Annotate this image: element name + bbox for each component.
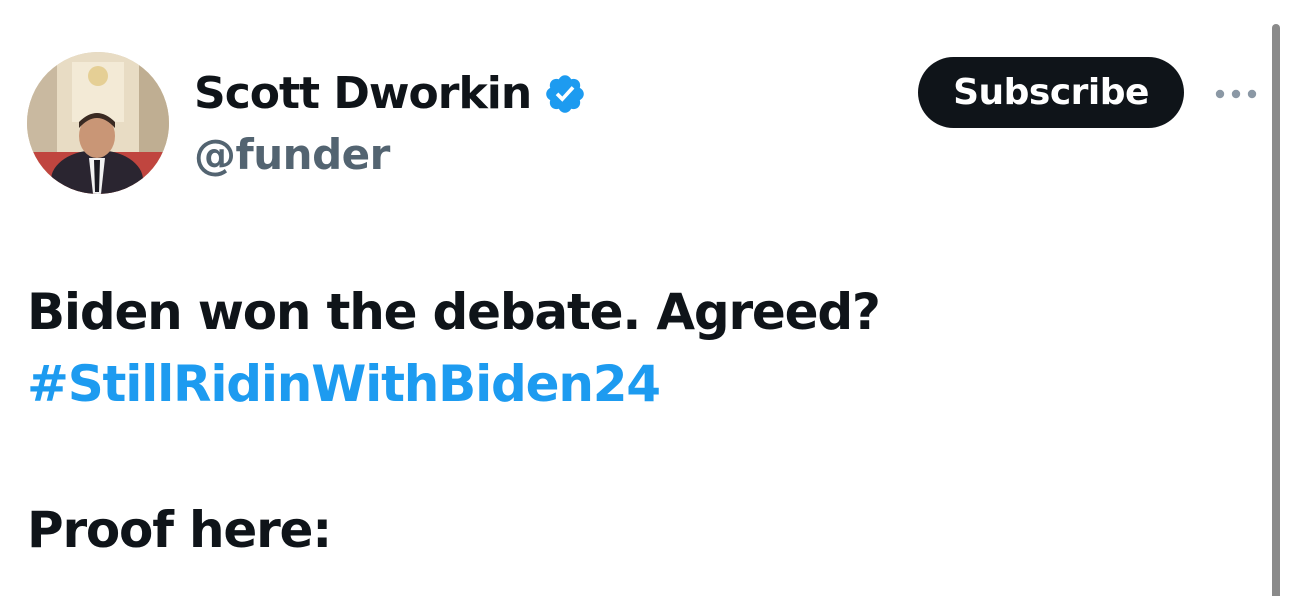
tweet-card: Scott Dworkin @funder Subscribe Biden wo… (0, 0, 1290, 596)
hashtag-link[interactable]: #StillRidinWithBiden24 (27, 348, 880, 420)
scrollbar[interactable] (1272, 24, 1280, 596)
tweet-text-line: Biden won the debate. Agreed? (27, 283, 881, 341)
avatar[interactable] (27, 52, 169, 194)
tweet-body: Biden won the debate. Agreed? #StillRidi… (27, 276, 881, 420)
display-name[interactable]: Scott Dworkin (194, 68, 587, 120)
tweet-text-line-2: Proof here: (27, 501, 332, 559)
avatar-photo (27, 52, 169, 194)
more-horizontal-icon[interactable] (1212, 82, 1260, 106)
subscribe-button[interactable]: Subscribe (918, 57, 1184, 128)
user-handle[interactable]: @funder (194, 130, 390, 180)
display-name-text[interactable]: Scott Dworkin (194, 68, 532, 120)
verified-badge-icon (546, 75, 584, 113)
